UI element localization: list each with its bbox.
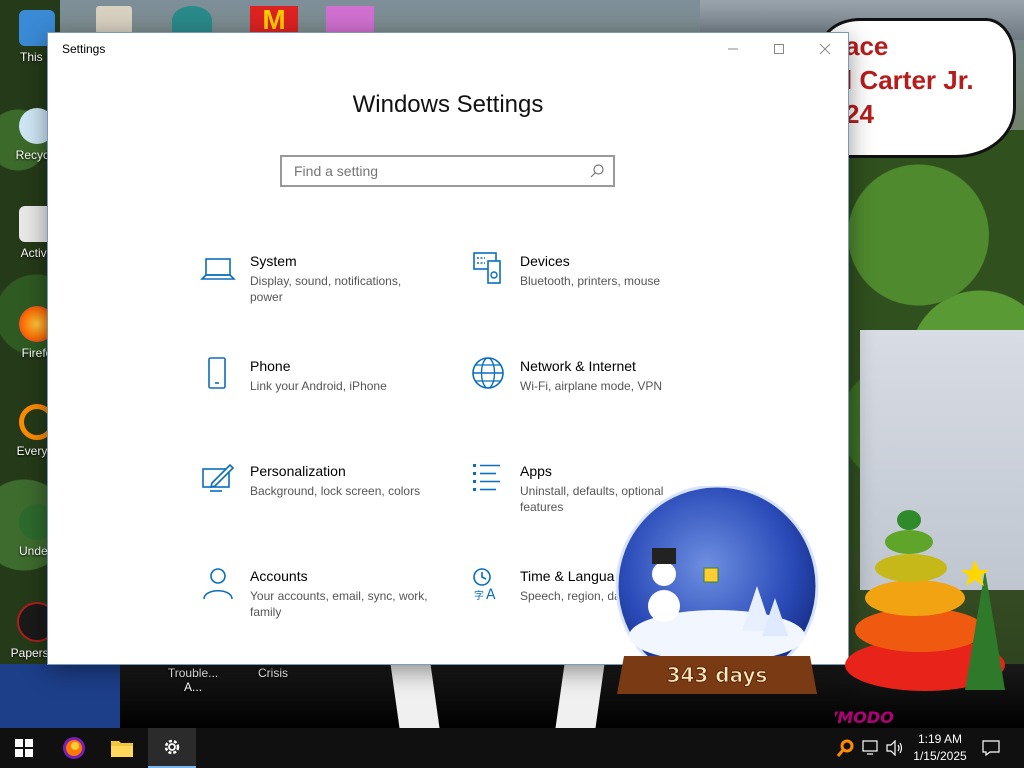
search-input[interactable]	[292, 162, 586, 180]
network-icon[interactable]	[862, 740, 880, 756]
tile-devices[interactable]: Devices Bluetooth, printers, mouse	[470, 251, 710, 331]
svg-text:A: A	[486, 587, 496, 602]
taskbar-clock[interactable]: 1:19 AM 1/15/2025	[905, 731, 975, 765]
taskbar-firefox[interactable]	[50, 728, 98, 768]
windows-start-icon	[15, 739, 33, 757]
tree-layer	[897, 510, 921, 530]
tile-name: Network & Internet	[520, 358, 636, 374]
gadget-watermark: VMODO	[835, 708, 894, 725]
volume-icon[interactable]	[886, 740, 904, 756]
christmas-tree-gadget[interactable]: VMODO	[835, 490, 1015, 725]
taskbar-settings[interactable]	[148, 728, 196, 768]
wallpaper-blue-shape	[0, 664, 120, 728]
tile-description: Link your Android, iPhone	[250, 379, 387, 393]
tile-phone[interactable]: Phone Link your Android, iPhone	[200, 356, 440, 436]
snowglobe-gadget[interactable]: 343 days	[612, 486, 822, 704]
tree-layer	[885, 530, 933, 554]
search-icon	[590, 164, 604, 178]
devices-icon	[473, 252, 501, 284]
desktop-icon-trouble[interactable]: Trouble... A...	[158, 666, 228, 694]
desktop-icon-partial[interactable]	[96, 6, 132, 34]
person-icon	[203, 568, 233, 600]
start-button[interactable]	[0, 728, 48, 768]
tile-name: Personalization	[250, 463, 346, 479]
clock-date: 1/15/2025	[913, 749, 967, 763]
tile-name: Devices	[520, 253, 570, 269]
tile-name: Time & Langua	[520, 568, 615, 584]
tile-description: Your accounts, email, sync, work, family	[250, 589, 428, 619]
desktop-icon-partial[interactable]: M	[250, 6, 298, 34]
gift-icon	[703, 567, 719, 583]
snowman-body	[648, 590, 680, 622]
minimize-icon	[728, 48, 738, 50]
action-center-button[interactable]	[968, 728, 1014, 768]
snowman-head	[652, 562, 676, 586]
search-box[interactable]	[280, 155, 615, 187]
maximize-button[interactable]	[756, 33, 802, 65]
desktop-icon-label: Crisis	[258, 666, 288, 680]
svg-text:字: 字	[474, 589, 484, 602]
days-counter: 343 days	[667, 663, 768, 687]
tile-description: Wi-Fi, airplane mode, VPN	[520, 379, 663, 393]
close-icon	[819, 43, 831, 55]
minimize-button[interactable]	[710, 33, 756, 65]
bubble-line: 24	[845, 99, 874, 129]
desktop-icon-partial[interactable]	[172, 6, 212, 34]
taskbar: 1:19 AM 1/15/2025	[0, 728, 1024, 768]
tile-name: Accounts	[250, 568, 308, 584]
folder-icon	[111, 741, 133, 757]
globe-icon	[472, 357, 504, 389]
snowman-hat	[652, 548, 676, 564]
speech-bubble: ace l Carter Jr. 24	[820, 18, 1016, 158]
desktop-icon-crisis[interactable]: Crisis	[238, 666, 308, 680]
time-language-icon: A 字	[473, 568, 496, 602]
tile-system[interactable]: System Display, sound, notifications, po…	[200, 251, 440, 331]
tile-personalization[interactable]: Personalization Background, lock screen,…	[200, 461, 440, 541]
search-app-icon[interactable]	[836, 738, 856, 758]
paint-icon	[202, 463, 235, 492]
window-title: Settings	[62, 42, 106, 56]
tile-name: Apps	[520, 463, 552, 479]
tile-description: Display, sound, notifications, power	[250, 274, 402, 304]
desktop-icon-partial[interactable]	[326, 6, 374, 34]
tile-name: System	[250, 253, 297, 269]
title-bar[interactable]: Settings	[48, 33, 848, 65]
desktop-icon-label: Trouble... A...	[167, 666, 219, 694]
maximize-icon	[774, 44, 784, 54]
notification-icon	[982, 740, 1000, 756]
bubble-line: ace	[845, 31, 889, 61]
page-title: Windows Settings	[352, 91, 544, 118]
system-tray	[836, 728, 904, 768]
tree-layer	[875, 554, 947, 582]
firefox-icon	[63, 737, 85, 759]
tile-description: Bluetooth, printers, mouse	[520, 274, 661, 288]
tile-network[interactable]: Network & Internet Wi-Fi, airplane mode,…	[470, 356, 710, 436]
phone-icon	[208, 357, 226, 389]
laptop-icon	[200, 258, 236, 280]
close-button[interactable]	[802, 33, 848, 65]
tile-name: Phone	[250, 358, 291, 374]
clock-time: 1:19 AM	[917, 732, 963, 746]
apps-list-icon	[473, 464, 500, 491]
tile-description: Background, lock screen, colors	[250, 484, 421, 498]
bubble-line: l Carter Jr.	[845, 65, 974, 95]
taskbar-file-explorer[interactable]	[98, 728, 146, 768]
tile-accounts[interactable]: Accounts Your accounts, email, sync, wor…	[200, 566, 440, 646]
gear-icon	[164, 739, 180, 755]
tree-layer	[865, 580, 965, 616]
